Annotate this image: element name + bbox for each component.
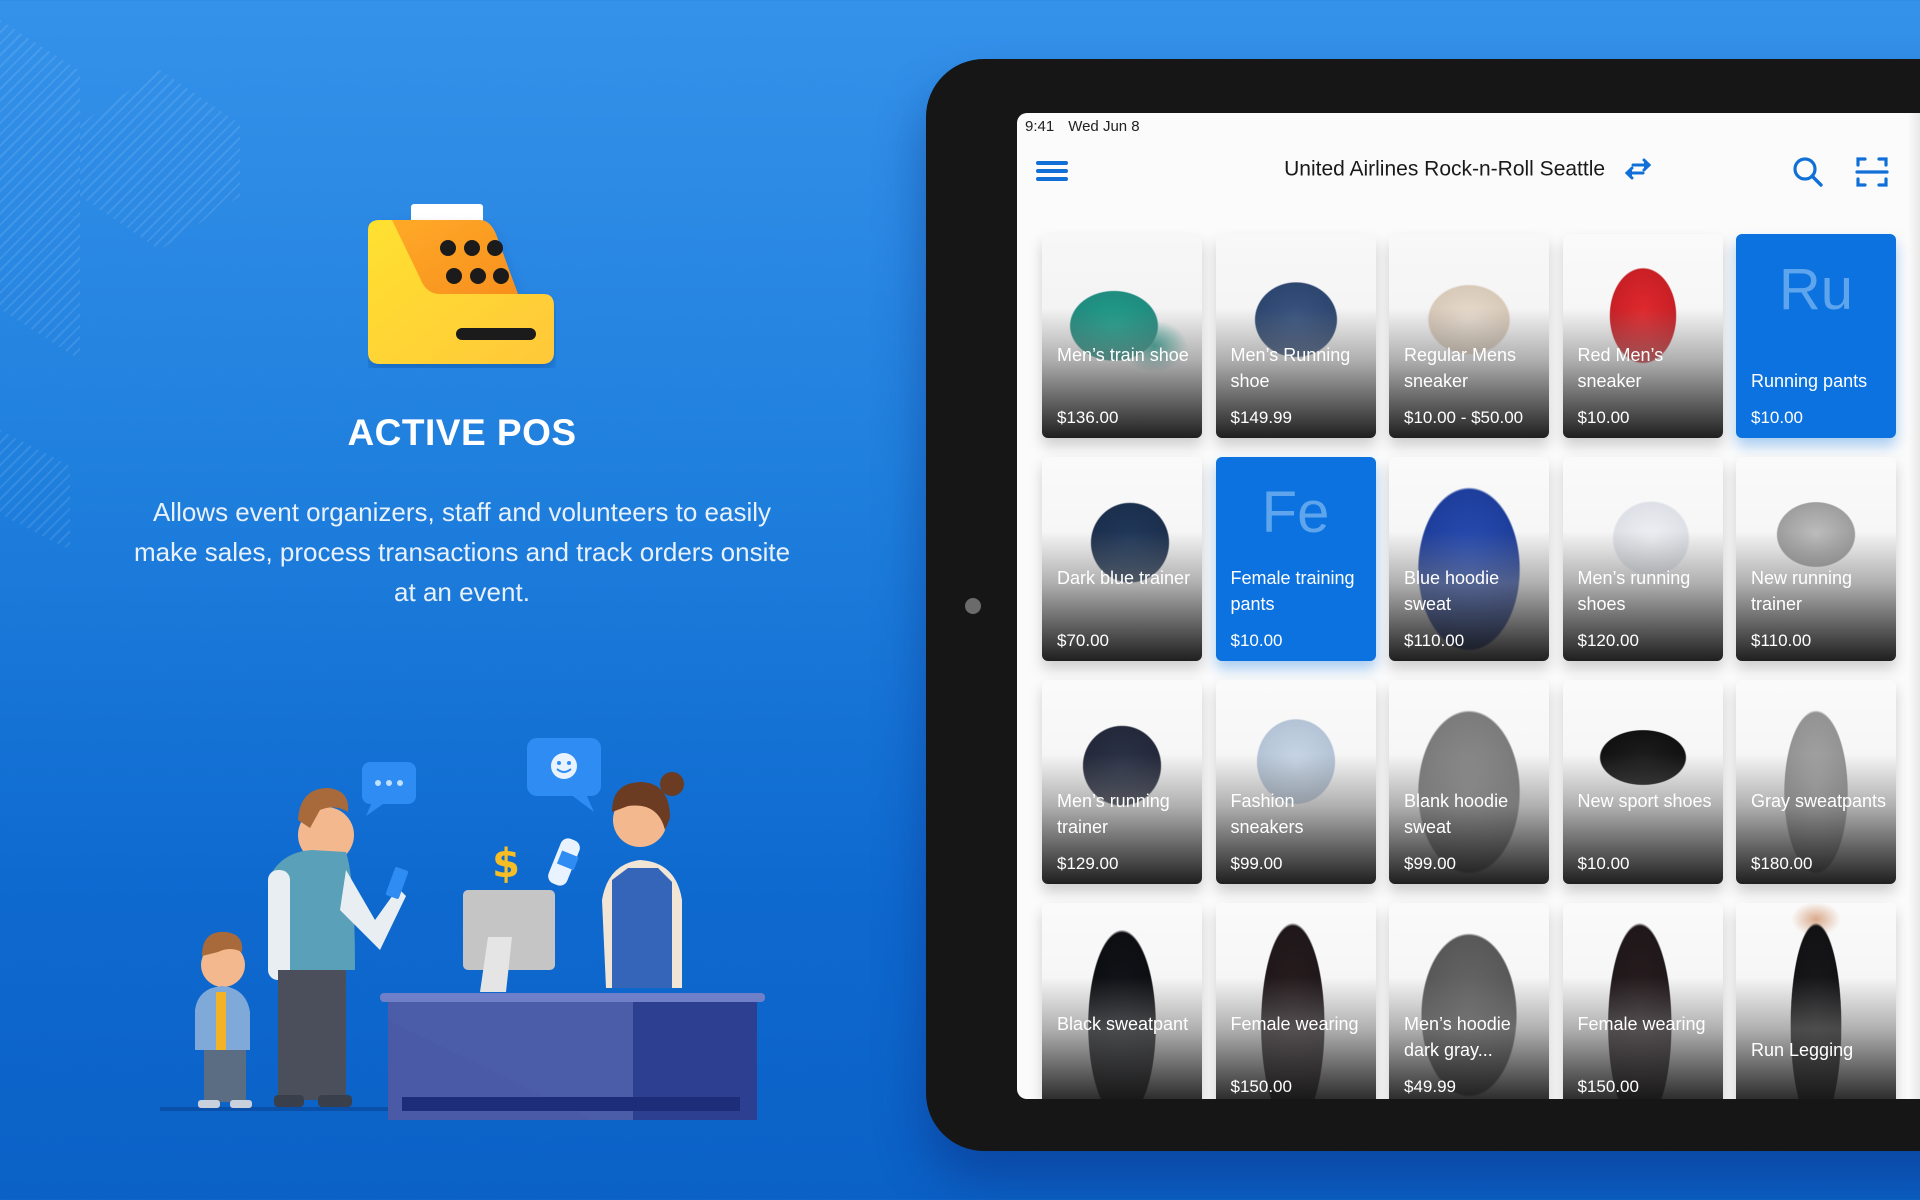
product-card[interactable]: Blank hoodie sweat $99.00 <box>1389 680 1549 884</box>
product-card[interactable]: Fe Female training pants $10.00 <box>1215 457 1376 661</box>
barcode-scan-icon[interactable] <box>1855 155 1889 189</box>
product-card[interactable]: Run Legging <box>1736 903 1896 1099</box>
event-selector[interactable]: United Airlines Rock-n-Roll Seattle <box>1017 157 1920 181</box>
product-price: $10.00 <box>1751 408 1803 427</box>
product-price: $70.00 <box>1057 631 1109 650</box>
product-initials: Fe <box>1261 480 1330 545</box>
product-card[interactable]: Men’s hoodie dark gray... $49.99 <box>1389 903 1549 1099</box>
event-title: United Airlines Rock-n-Roll Seattle <box>1284 157 1606 181</box>
svg-text:$: $ <box>492 841 520 887</box>
product-price: $149.99 <box>1230 408 1292 427</box>
product-name: Black sweatpant <box>1057 1014 1189 1034</box>
scroll-edge <box>1908 113 1920 1099</box>
product-price: $180.00 <box>1751 854 1813 873</box>
product-card[interactable]: Ru Running pants $10.00 <box>1736 234 1896 438</box>
product-card[interactable]: Red Men’s sneaker $10.00 <box>1562 234 1723 438</box>
product-name: Men’s hoodie dark gray... <box>1404 1014 1511 1060</box>
product-name: Red Men’s sneaker <box>1577 345 1664 391</box>
product-price: $120.00 <box>1577 631 1639 650</box>
product-name: Blank hoodie sweat <box>1404 791 1509 837</box>
product-title: ACTIVE POS <box>347 412 577 453</box>
product-name: Female wearing <box>1230 1014 1359 1034</box>
product-name: Female training pants <box>1230 568 1355 614</box>
product-initials: Ru <box>1778 257 1854 322</box>
product-card[interactable]: New running trainer $110.00 <box>1736 457 1896 661</box>
product-card[interactable]: Gray sweatpants $180.00 <box>1736 680 1896 884</box>
product-price: $49.99 <box>1404 1077 1456 1096</box>
product-name: Run Legging <box>1751 1040 1854 1060</box>
product-card[interactable]: Female wearing $150.00 <box>1562 903 1723 1099</box>
product-price: $10.00 <box>1577 408 1630 427</box>
product-card[interactable]: Regular Mens sneaker $10.00 - $50.00 <box>1389 234 1549 438</box>
product-name: Men’s running shoes <box>1577 568 1691 614</box>
product-description: Allows event organizers, staff and volun… <box>133 497 791 607</box>
status-time: 9:41 <box>1025 118 1055 135</box>
image-gradient-overlay <box>1042 977 1202 1099</box>
background-pattern <box>0 20 80 360</box>
checkout-counter-illustration: $ <box>150 720 790 1172</box>
product-card[interactable]: Dark blue trainer $70.00 <box>1042 457 1202 661</box>
product-name: New sport shoes <box>1577 791 1712 811</box>
product-card[interactable]: Fashion sneakers $99.00 <box>1215 680 1376 884</box>
product-card[interactable]: Men’s running shoes $120.00 <box>1562 457 1723 661</box>
product-name: Regular Mens sneaker <box>1404 345 1517 391</box>
product-price: $10.00 <box>1577 854 1630 873</box>
product-price: $136.00 <box>1057 408 1119 427</box>
product-name: Blue hoodie sweat <box>1404 568 1500 614</box>
product-card[interactable]: Black sweatpant <box>1042 903 1202 1099</box>
product-name: Gray sweatpants <box>1751 791 1887 811</box>
search-icon[interactable] <box>1791 155 1825 189</box>
background-pattern <box>80 70 240 250</box>
product-card[interactable]: New sport shoes $10.00 <box>1562 680 1723 884</box>
product-name: Dark blue trainer <box>1057 568 1191 588</box>
product-price: $150.00 <box>1230 1077 1292 1096</box>
product-name: Men’s Running shoe <box>1230 345 1351 391</box>
product-card[interactable]: Men’s train shoe $136.00 <box>1042 234 1202 438</box>
product-price: $110.00 <box>1751 631 1812 650</box>
product-name: New running trainer <box>1751 568 1853 614</box>
product-price: $10.00 <box>1230 631 1283 650</box>
pos-app-screen: 9:41 Wed Jun 8 United Airlines Rock-n-Rol… <box>1017 113 1920 1099</box>
product-price: $150.00 <box>1577 1077 1639 1096</box>
product-card[interactable]: Blue hoodie sweat $110.00 <box>1389 457 1549 661</box>
product-card[interactable]: Female wearing $150.00 <box>1215 903 1376 1099</box>
product-name: Running pants <box>1751 371 1868 391</box>
status-date: Wed Jun 8 <box>1068 118 1140 135</box>
product-price: $129.00 <box>1057 854 1119 873</box>
product-card[interactable]: Men’s running trainer $129.00 <box>1042 680 1202 884</box>
product-price: $10.00 - $50.00 <box>1404 408 1524 427</box>
camera-dot <box>965 598 981 614</box>
status-bar: 9:41 Wed Jun 8 <box>1025 118 1140 135</box>
swap-arrows-icon[interactable] <box>1623 157 1653 181</box>
cash-register-icon <box>368 202 556 368</box>
product-name: Fashion sneakers <box>1230 791 1304 837</box>
product-name: Men’s running trainer <box>1057 791 1170 837</box>
product-card[interactable]: Men’s Running shoe $149.99 <box>1215 234 1376 438</box>
product-name: Female wearing <box>1577 1014 1706 1034</box>
product-price: $99.00 <box>1404 854 1456 873</box>
product-price: $99.00 <box>1230 854 1283 873</box>
product-name: Men’s train shoe <box>1057 345 1189 365</box>
product-price: $110.00 <box>1404 631 1465 650</box>
